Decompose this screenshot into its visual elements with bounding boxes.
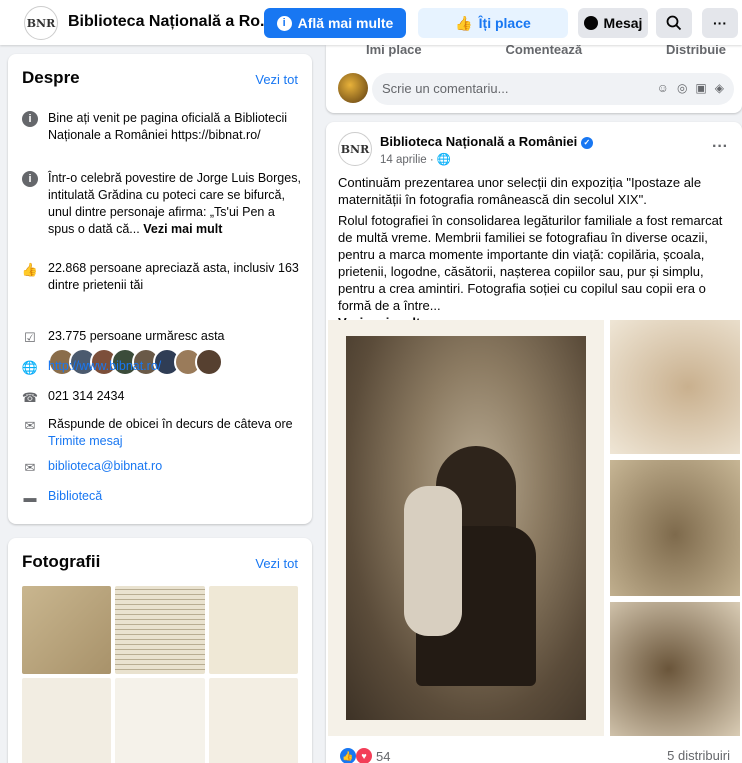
post-paragraph-1: Continuăm prezentarea unor selecții din … — [338, 175, 702, 207]
sticker-icon[interactable]: ◈ — [715, 81, 724, 95]
phone-icon: ☎ — [21, 389, 39, 405]
chat-icon: ✉ — [24, 417, 36, 433]
about-website-link[interactable]: http://www.bibnat.ro/ — [48, 358, 161, 375]
page-title[interactable]: Biblioteca Națională a Ro... — [68, 13, 273, 31]
post-photo-side[interactable] — [610, 460, 740, 596]
about-followers-text: 23.775 persoane urmăresc asta — [48, 329, 225, 343]
send-message-link[interactable]: Trimite mesaj — [48, 433, 293, 450]
shares-count[interactable]: 5 distribuiri — [667, 748, 730, 763]
comment-placeholder: Scrie un comentariu... — [382, 81, 509, 96]
about-story-row: i Într-o celebră povestire de Jorge Luis… — [22, 170, 302, 238]
about-response-text: Răspunde de obicei în decurs de câteva o… — [48, 417, 293, 431]
vintage-photo — [346, 336, 586, 720]
learn-more-label: Află mai multe — [297, 15, 394, 31]
photos-grid — [22, 586, 298, 763]
about-title: Despre — [22, 68, 80, 87]
like-page-button[interactable]: 👍 Îți place — [418, 8, 568, 38]
post-date-text: 14 aprilie · — [380, 154, 437, 166]
thumbs-up-icon: 👍 — [21, 261, 39, 277]
photo-thumbnail[interactable] — [208, 678, 298, 763]
post-photo-side[interactable] — [610, 320, 740, 454]
post-author-logo[interactable]: BNR — [338, 132, 372, 166]
about-email-link[interactable]: biblioteca@bibnat.ro — [48, 458, 162, 475]
about-phone-text: 021 314 2434 — [48, 389, 125, 403]
previous-post-footer: Îmi place Comentează Distribuie Scrie un… — [326, 42, 742, 113]
thumbs-up-icon: 👍 — [455, 14, 473, 31]
post-options-button[interactable]: ··· — [712, 138, 728, 156]
about-likes-row: 👍 22.868 persoane apreciază asta, inclus… — [22, 260, 302, 294]
info-icon: i — [276, 15, 292, 31]
post-body: Rolul fotografiei în consolidarea legătu… — [338, 213, 723, 313]
post-photo-main[interactable] — [328, 320, 604, 736]
post-date[interactable]: 14 aprilie · 🌐 — [380, 152, 451, 166]
post-card: BNR Biblioteca Națională a României ✓ 14… — [326, 122, 742, 763]
globe-icon: 🌐 — [21, 359, 39, 375]
photo-thumbnail[interactable] — [22, 586, 112, 674]
about-see-more-link[interactable]: Vezi mai mult — [143, 222, 222, 236]
photo-child — [404, 486, 462, 636]
photo-thumbnail[interactable] — [208, 586, 298, 674]
folder-icon: ▬ — [23, 489, 37, 505]
post-photo-side[interactable] — [610, 602, 740, 736]
about-card: Despre Vezi tot i Bine ați venit pe pagi… — [8, 54, 312, 524]
about-followers-row: ☑ 23.775 persoane urmăresc asta — [22, 328, 302, 345]
info-icon: i — [22, 171, 38, 187]
messenger-icon — [583, 16, 598, 30]
photos-title: Fotografii — [22, 552, 101, 571]
info-icon: i — [22, 111, 38, 127]
camera-icon[interactable]: ◎ — [677, 81, 687, 95]
post-author-name: Biblioteca Națională a României — [380, 134, 578, 149]
about-response: Răspunde de obicei în decurs de câteva o… — [48, 416, 293, 450]
about-likes-text: 22.868 persoane apreciază asta, inclusiv… — [48, 261, 299, 292]
like-page-label: Îți place — [478, 15, 531, 31]
gif-icon[interactable]: ▣ — [695, 81, 706, 95]
about-category-row: ▬ Bibliotecă — [22, 488, 302, 505]
about-website-row: 🌐 http://www.bibnat.ro/ — [22, 358, 302, 375]
comment-input[interactable]: Scrie un comentariu... ☺ ◎ ▣ ◈ — [372, 73, 734, 105]
about-see-all-link[interactable]: Vezi tot — [255, 72, 298, 87]
message-label: Mesaj — [603, 15, 643, 31]
about-welcome-text: Bine ați venit pe pagina oficială a Bibl… — [48, 111, 288, 142]
photo-thumbnail[interactable] — [115, 586, 205, 674]
page-header-bar: BNR Biblioteca Națională a Ro... i Află … — [0, 0, 742, 45]
reactions[interactable]: 👍 ♥ 54 — [340, 748, 390, 763]
reactions-count: 54 — [376, 748, 391, 763]
about-phone-row: ☎ 021 314 2434 — [22, 388, 302, 405]
photos-card: Fotografii Vezi tot — [8, 538, 312, 763]
followers-icon: ☑ — [24, 329, 36, 345]
learn-more-button[interactable]: i Află mai multe — [264, 8, 406, 38]
about-story: Într-o celebră povestire de Jorge Luis B… — [48, 170, 302, 238]
emoji-icon[interactable]: ☺ — [657, 81, 669, 95]
comment-tools: ☺ ◎ ▣ ◈ — [657, 81, 724, 95]
about-response-row: ✉ Răspunde de obicei în decurs de câteva… — [22, 416, 302, 450]
page-logo[interactable]: BNR — [24, 6, 58, 40]
search-icon — [666, 15, 682, 31]
message-button[interactable]: Mesaj — [578, 8, 648, 38]
about-email-row: ✉ biblioteca@bibnat.ro — [22, 458, 302, 475]
post-author[interactable]: Biblioteca Națională a României ✓ — [380, 134, 593, 149]
globe-icon: 🌐 — [436, 154, 452, 166]
photo-thumbnail[interactable] — [22, 678, 112, 763]
email-icon: ✉ — [24, 459, 36, 475]
love-reaction-icon: ♥ — [356, 748, 372, 763]
verified-badge-icon: ✓ — [580, 137, 593, 149]
post-paragraph-2: Rolul fotografiei în consolidarea legătu… — [338, 212, 734, 331]
search-button[interactable] — [656, 8, 692, 38]
avatar[interactable] — [338, 73, 368, 103]
about-welcome-row: i Bine ați venit pe pagina oficială a Bi… — [22, 110, 302, 144]
photo-thumbnail[interactable] — [115, 678, 205, 763]
photos-see-all-link[interactable]: Vezi tot — [255, 556, 298, 571]
more-options-button[interactable]: ··· — [702, 8, 738, 38]
about-category-link[interactable]: Bibliotecă — [48, 488, 102, 505]
like-reaction-icon: 👍 — [340, 748, 356, 763]
